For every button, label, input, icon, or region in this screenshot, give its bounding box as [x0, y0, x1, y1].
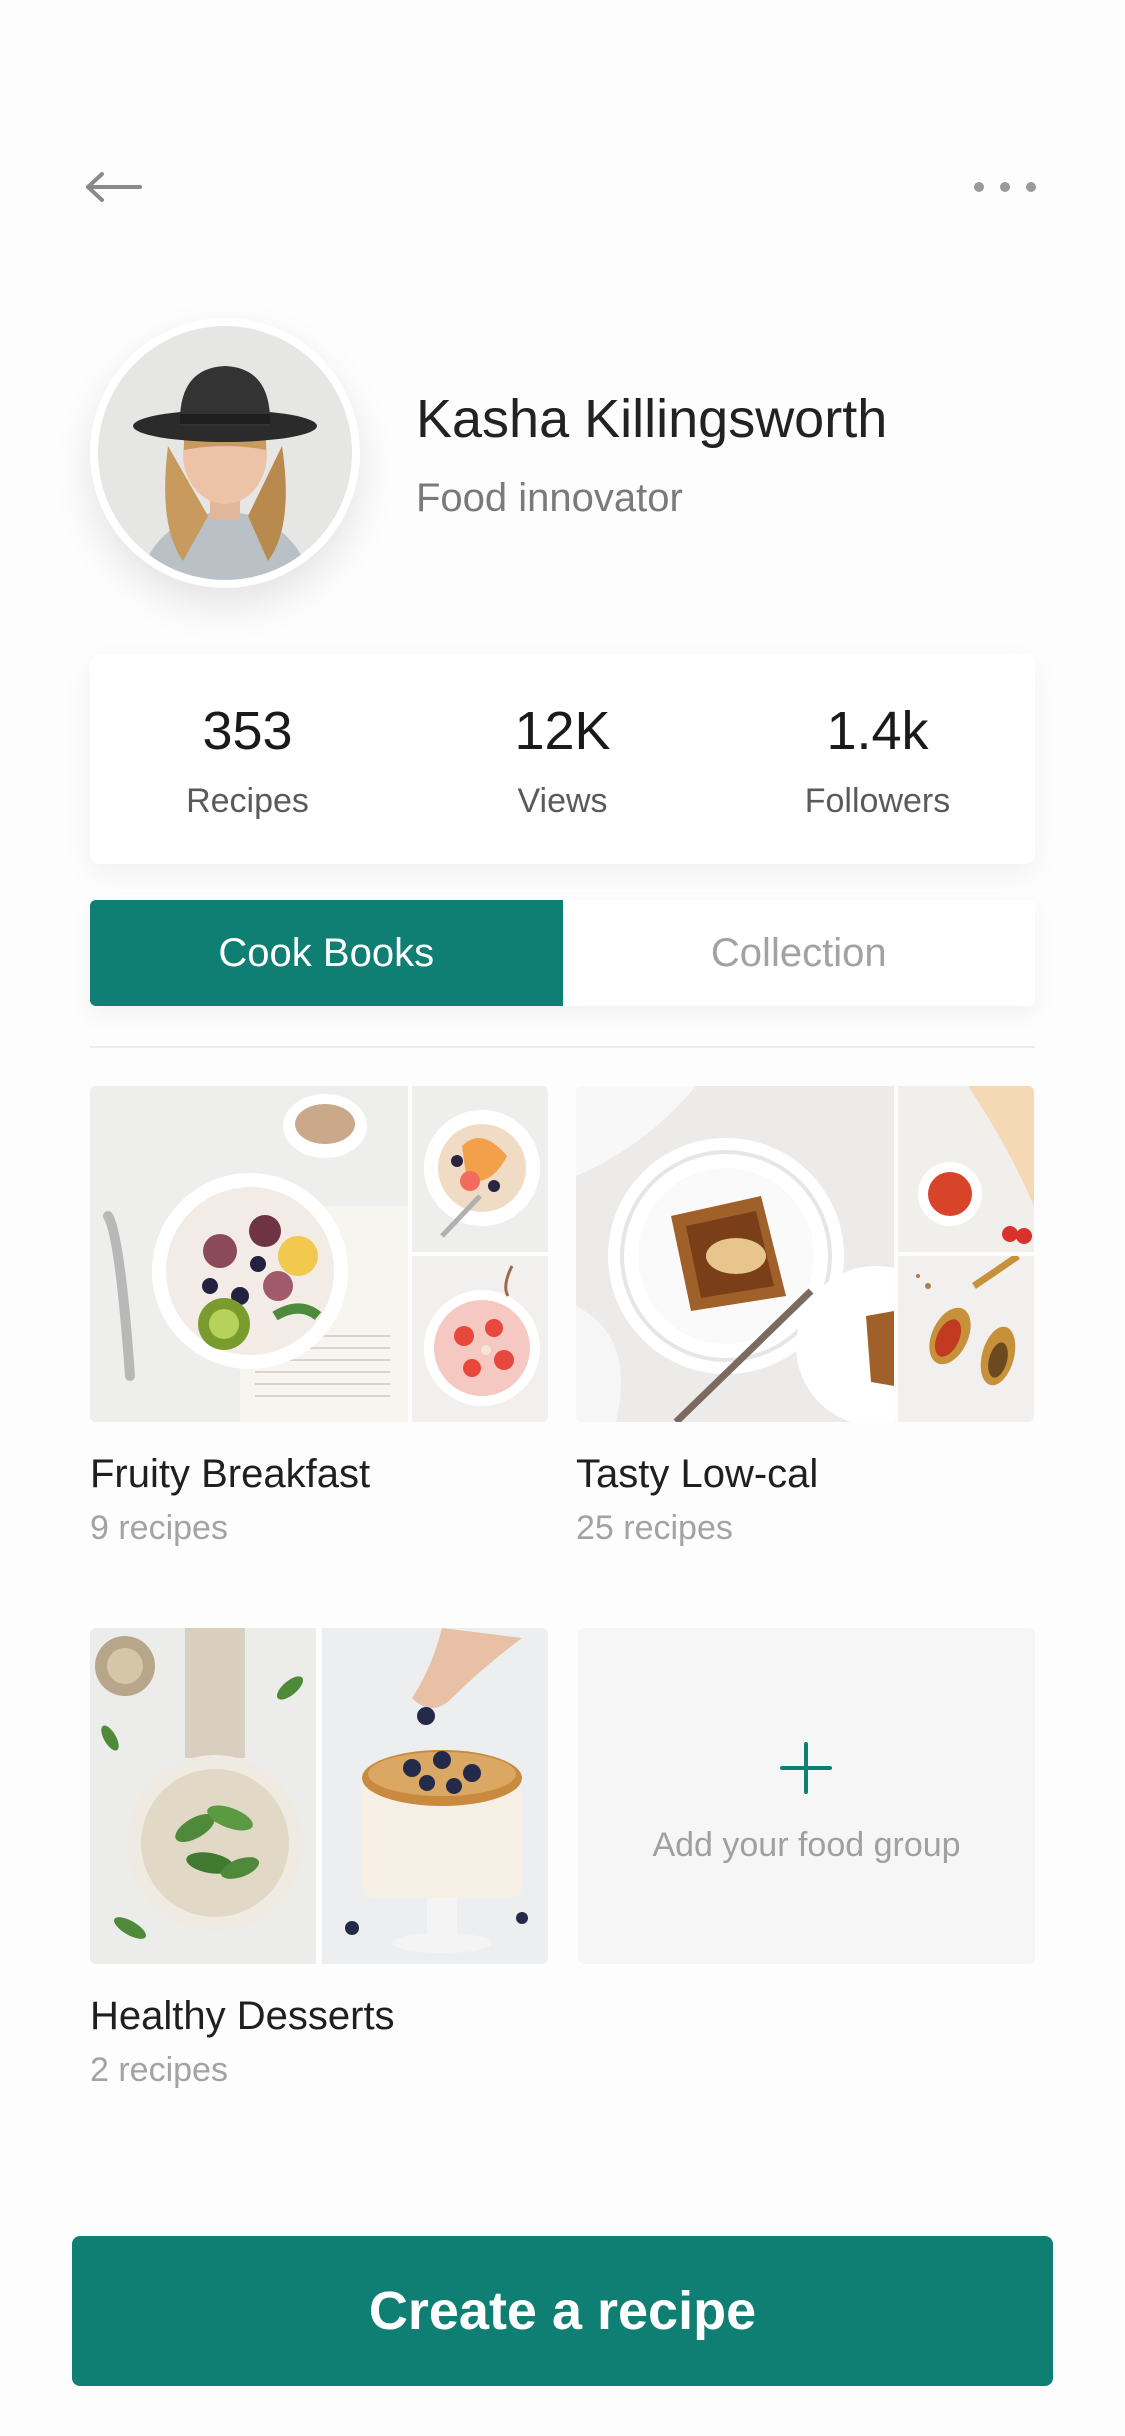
cookbook-title: Fruity Breakfast	[90, 1452, 371, 1496]
stat-value: 1.4k	[826, 701, 929, 761]
tab-collection[interactable]: Collection	[562, 900, 1035, 1006]
food-photo	[898, 1086, 1034, 1252]
food-photo	[90, 1086, 408, 1422]
create-recipe-button[interactable]: Create a recipe	[72, 2236, 1053, 2386]
cookbook-count: 9 recipes	[90, 1509, 228, 1547]
plus-icon	[780, 1742, 832, 1794]
profile-photo	[98, 326, 352, 580]
more-horizontal-icon	[974, 182, 1036, 192]
food-photo	[576, 1086, 894, 1422]
food-photo	[90, 1628, 316, 1964]
stat-views[interactable]: 12K Views	[405, 654, 720, 864]
cookbook-collage[interactable]	[576, 1086, 1034, 1422]
cookbook-collage[interactable]	[90, 1086, 548, 1422]
cookbook-collage[interactable]	[90, 1628, 548, 1964]
arrow-left-icon	[86, 172, 142, 202]
food-photo	[412, 1086, 548, 1252]
cookbook-card-tasty-low-cal[interactable]: Tasty Low-cal 25 recipes	[576, 1086, 1034, 1548]
cookbook-card-healthy-desserts[interactable]: Healthy Desserts 2 recipes	[90, 1628, 548, 2090]
top-bar	[0, 0, 1125, 260]
profile-name: Kasha Killingsworth	[416, 389, 888, 449]
cookbook-count: 25 recipes	[576, 1509, 733, 1547]
food-photo	[898, 1256, 1034, 1422]
add-food-group-button[interactable]: Add your food group	[578, 1628, 1035, 1964]
stat-value: 353	[202, 701, 293, 761]
avatar[interactable]	[90, 318, 360, 588]
stats-card: 353 Recipes 12K Views 1.4k Followers	[90, 654, 1035, 864]
cookbook-title: Healthy Desserts	[90, 1994, 395, 2038]
stat-recipes[interactable]: 353 Recipes	[90, 654, 405, 864]
profile-role: Food innovator	[416, 476, 683, 520]
food-photo	[322, 1628, 548, 1964]
more-options-button[interactable]	[970, 165, 1040, 209]
tab-bar: Cook Books Collection	[90, 900, 1035, 1006]
back-button[interactable]	[82, 165, 152, 209]
cookbook-count: 2 recipes	[90, 2051, 228, 2089]
stat-label: Views	[517, 782, 608, 820]
food-photo	[412, 1256, 548, 1422]
cookbook-title: Tasty Low-cal	[576, 1452, 819, 1496]
profile-header: Kasha Killingsworth Food innovator	[90, 318, 1050, 588]
stat-label: Recipes	[186, 782, 309, 820]
tab-cook-books[interactable]: Cook Books	[90, 900, 563, 1006]
add-food-group-label: Add your food group	[652, 1826, 961, 1864]
stat-label: Followers	[804, 782, 951, 820]
stat-followers[interactable]: 1.4k Followers	[720, 654, 1035, 864]
stat-value: 12K	[514, 701, 611, 761]
divider	[90, 1046, 1035, 1048]
cookbook-card-fruity-breakfast[interactable]: Fruity Breakfast 9 recipes	[90, 1086, 548, 1548]
